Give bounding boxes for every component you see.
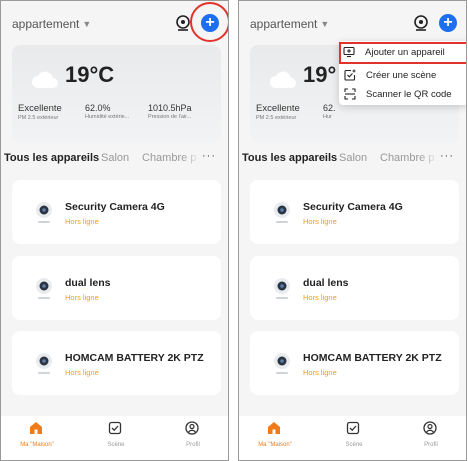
tabs-fade xyxy=(419,149,439,169)
security-camera-icon xyxy=(274,353,290,374)
temperature: 19°C xyxy=(65,62,115,87)
home-selector[interactable]: appartement ▼ xyxy=(250,17,329,31)
security-camera-icon xyxy=(36,353,52,374)
room-tabs: Tous les appareils Salon Chambre p ··· xyxy=(239,149,466,169)
tab-living-room[interactable]: Salon xyxy=(101,152,129,164)
profile-icon xyxy=(185,421,199,435)
device-card[interactable]: Security Camera 4G Hors ligne xyxy=(250,180,459,244)
device-name: Security Camera 4G xyxy=(65,201,165,213)
device-card[interactable]: HOMCAM BATTERY 2K PTZ Hors ligne xyxy=(250,331,459,395)
menu-add-device[interactable]: Ajouter un appareil xyxy=(339,42,466,64)
security-camera-icon xyxy=(36,278,52,299)
nav-profile[interactable]: Profil xyxy=(163,416,223,460)
home-name: appartement xyxy=(12,17,80,31)
security-camera-icon xyxy=(274,202,290,223)
air-quality-metric: Excellente PM 2.5 extérieur xyxy=(256,103,300,121)
plus-circle-icon: + xyxy=(443,14,453,31)
device-name: HOMCAM BATTERY 2K PTZ xyxy=(65,352,204,364)
cloud-icon xyxy=(270,71,296,88)
bottom-nav: Ma "Maison" Scène Profil xyxy=(1,416,228,460)
more-tabs-button[interactable]: ··· xyxy=(202,150,216,162)
device-name: dual lens xyxy=(65,277,111,289)
device-status: Hors ligne xyxy=(65,293,99,302)
profile-icon xyxy=(423,421,437,435)
nav-scene-label: Scène xyxy=(345,442,363,448)
device-card[interactable]: HOMCAM BATTERY 2K PTZ Hors ligne xyxy=(12,331,221,395)
chevron-down-icon: ▼ xyxy=(320,19,330,29)
phone-screen-home: appartement ▼ + 19°C Excellente PM 2.5 e… xyxy=(0,0,229,461)
bottom-nav: Ma "Maison" Scène Profil xyxy=(239,416,466,460)
nav-home-label: Ma "Maison" xyxy=(258,442,292,448)
security-camera-icon xyxy=(274,278,290,299)
home-selector[interactable]: appartement ▼ xyxy=(12,17,91,31)
scene-check-icon xyxy=(346,421,360,435)
add-dropdown-menu: Ajouter un appareil Créer une scène Scan… xyxy=(339,41,466,106)
security-camera-icon xyxy=(36,202,52,223)
device-card[interactable]: dual lens Hors ligne xyxy=(12,256,221,320)
highlight-circle xyxy=(190,2,228,42)
top-bar: appartement ▼ + xyxy=(239,1,466,45)
top-bar: appartement ▼ + xyxy=(1,1,228,45)
device-name: dual lens xyxy=(303,277,349,289)
nav-profile[interactable]: Profil xyxy=(401,416,461,460)
device-status: Hors ligne xyxy=(65,368,99,377)
device-status: Hors ligne xyxy=(303,293,337,302)
tab-living-room[interactable]: Salon xyxy=(339,152,367,164)
home-icon xyxy=(30,422,42,434)
scene-check-icon xyxy=(108,421,122,435)
device-status: Hors ligne xyxy=(303,368,337,377)
menu-scan-qr[interactable]: Scanner le QR code xyxy=(339,84,466,106)
nav-scene[interactable]: Scène xyxy=(86,416,146,460)
temperature: 19° xyxy=(303,62,337,87)
nav-scene-label: Scène xyxy=(107,442,125,448)
menu-create-scene-label: Créer une scène xyxy=(366,70,437,81)
tab-all-devices[interactable]: Tous les appareils xyxy=(242,152,337,164)
menu-scan-qr-label: Scanner le QR code xyxy=(366,89,452,100)
device-status: Hors ligne xyxy=(303,217,337,226)
add-device-icon xyxy=(343,46,355,58)
cloud-icon xyxy=(32,71,58,88)
air-quality-metric: Excellente PM 2.5 extérieur xyxy=(18,103,62,121)
home-icon xyxy=(268,422,280,434)
nav-profile-label: Profil xyxy=(424,442,438,448)
device-status: Hors ligne xyxy=(65,217,99,226)
humidity-metric: 62. Hur xyxy=(323,103,336,120)
nav-home-label: Ma "Maison" xyxy=(20,442,54,448)
menu-add-device-label: Ajouter un appareil xyxy=(365,47,445,58)
add-button[interactable]: + xyxy=(439,14,457,32)
nav-profile-label: Profil xyxy=(186,442,200,448)
pressure-metric: 1010.5hPa Pression de l'air... xyxy=(148,103,192,120)
tabs-fade xyxy=(181,149,201,169)
device-card[interactable]: dual lens Hors ligne xyxy=(250,256,459,320)
phone-screen-add-menu: appartement ▼ + 19° Excellente PM 2.5 ex… xyxy=(238,0,467,461)
tab-all-devices[interactable]: Tous les appareils xyxy=(4,152,99,164)
room-tabs: Tous les appareils Salon Chambre p ··· xyxy=(1,149,228,169)
device-name: HOMCAM BATTERY 2K PTZ xyxy=(303,352,442,364)
chevron-down-icon: ▼ xyxy=(82,19,92,29)
device-name: Security Camera 4G xyxy=(303,201,403,213)
home-name: appartement xyxy=(250,17,318,31)
device-card[interactable]: Security Camera 4G Hors ligne xyxy=(12,180,221,244)
humidity-metric: 62.0% Humidité extérie... xyxy=(85,103,130,120)
nav-home[interactable]: Ma "Maison" xyxy=(245,416,305,460)
nav-home[interactable]: Ma "Maison" xyxy=(7,416,67,460)
more-tabs-button[interactable]: ··· xyxy=(440,150,454,162)
create-scene-icon xyxy=(344,69,356,81)
weather-card[interactable]: 19°C Excellente PM 2.5 extérieur 62.0% H… xyxy=(12,45,221,143)
camera-icon[interactable] xyxy=(412,14,430,32)
scan-icon xyxy=(344,88,356,100)
nav-scene[interactable]: Scène xyxy=(324,416,384,460)
